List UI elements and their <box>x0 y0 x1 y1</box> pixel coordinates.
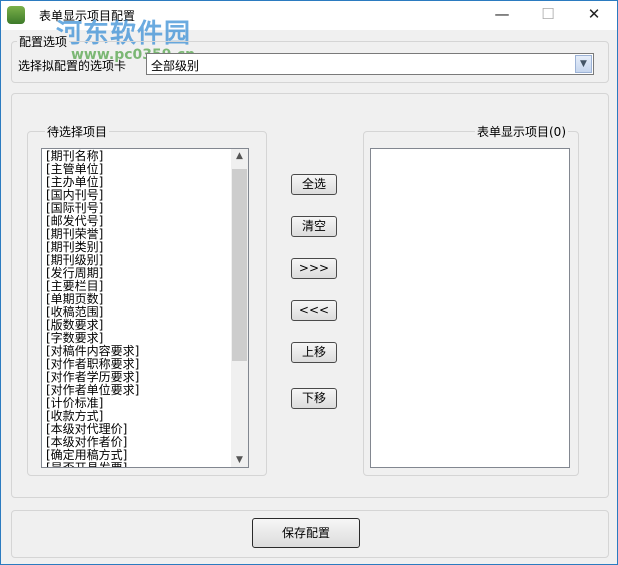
close-button[interactable]: ✕ <box>571 1 617 30</box>
save-config-button[interactable]: 保存配置 <box>252 518 360 548</box>
app-icon <box>7 6 25 24</box>
add-button[interactable]: >>> <box>291 258 337 279</box>
clear-button[interactable]: 清空 <box>291 216 337 237</box>
available-list[interactable]: [期刊名称] [主管单位] [主办单位] [国内刊号] [国际刊号] [邮发代号] [期刊荣… <box>41 148 249 468</box>
selected-list[interactable] <box>370 148 570 468</box>
select-label: 选择拟配置的选项卡 <box>18 59 127 73</box>
remove-button[interactable]: <<< <box>291 300 337 321</box>
move-down-button[interactable]: 下移 <box>291 388 337 409</box>
config-group-label: 配置选项 <box>17 33 70 50</box>
scrollbar-thumb[interactable] <box>232 169 247 361</box>
tab-select-value: 全部级别 <box>151 59 200 73</box>
minimize-button[interactable]: — <box>479 1 525 30</box>
list-item[interactable]: [是否开具发票] <box>42 462 248 468</box>
scroll-down-icon[interactable]: ▼ <box>231 455 248 465</box>
chevron-down-icon[interactable]: ▼ <box>575 55 592 73</box>
available-label: 待选择项目 <box>45 123 110 140</box>
tab-select[interactable]: 全部级别 ▼ <box>146 53 594 75</box>
select-all-button[interactable]: 全选 <box>291 174 337 195</box>
maximize-button[interactable]: ☐ <box>525 1 571 30</box>
scroll-up-icon[interactable]: ▲ <box>231 151 248 161</box>
move-up-button[interactable]: 上移 <box>291 342 337 363</box>
scrollbar[interactable]: ▲ ▼ <box>231 149 248 467</box>
selected-label: 表单显示项目(0) <box>475 123 568 140</box>
